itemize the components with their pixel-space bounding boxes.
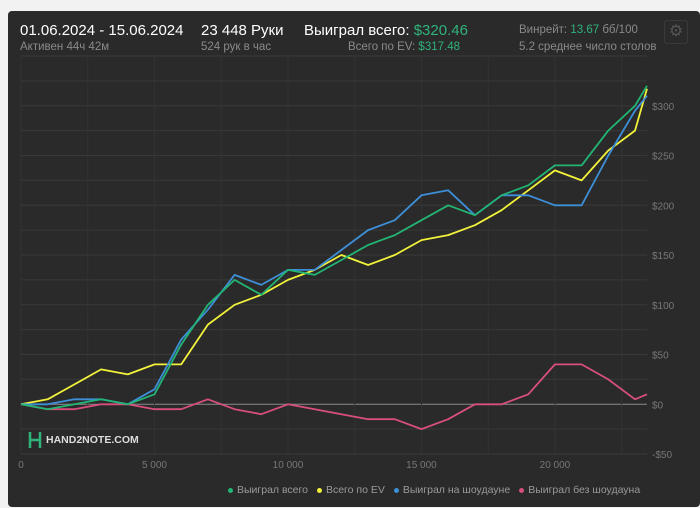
- legend-item-showdown[interactable]: Выиграл на шоудауне: [393, 484, 511, 496]
- x-tick-label: 15 000: [406, 460, 437, 471]
- legend-label: Выиграл всего: [237, 484, 308, 496]
- legend-dot: [519, 487, 525, 493]
- hand2note-logo-icon: [28, 432, 42, 448]
- y-tick-label: -$50: [652, 450, 672, 461]
- y-tick-label: $250: [652, 152, 675, 163]
- x-tick-label: 5 000: [142, 460, 167, 471]
- legend-item-ev[interactable]: Всего по EV: [316, 484, 385, 496]
- series-line-1: [20, 88, 648, 406]
- series-line-2: [21, 95, 648, 406]
- y-tick-label: $50: [652, 351, 669, 362]
- watermark-logo: HAND2NOTE.COM: [28, 430, 139, 450]
- x-tick-label: 10 000: [273, 460, 304, 471]
- legend-dot: [228, 487, 233, 493]
- y-tick-label: $200: [652, 201, 675, 212]
- series-line-0: [20, 85, 648, 411]
- y-tick-label: $150: [652, 251, 675, 262]
- legend-label: Выиграл на шоудауне: [402, 484, 511, 496]
- legend-dot: [316, 487, 322, 493]
- legend-label: Выиграл без шоудауна: [528, 484, 641, 496]
- y-tick-label: $100: [652, 301, 675, 312]
- x-tick-label: 0: [18, 460, 24, 471]
- legend-item-won-total[interactable]: Выиграл всего: [228, 484, 308, 496]
- legend-label: Всего по EV: [325, 484, 385, 496]
- x-tick-label: 20 000: [540, 460, 571, 471]
- legend: Выиграл всего Всего по EV Выиграл на шоу…: [228, 484, 640, 496]
- y-tick-label: $0: [652, 400, 664, 411]
- legend-dot: [393, 487, 399, 493]
- legend-item-non-showdown[interactable]: Выиграл без шоудауна: [519, 484, 640, 496]
- y-tick-label: $300: [652, 102, 675, 113]
- watermark-text: HAND2NOTE.COM: [46, 434, 139, 446]
- series-line-3: [20, 363, 648, 431]
